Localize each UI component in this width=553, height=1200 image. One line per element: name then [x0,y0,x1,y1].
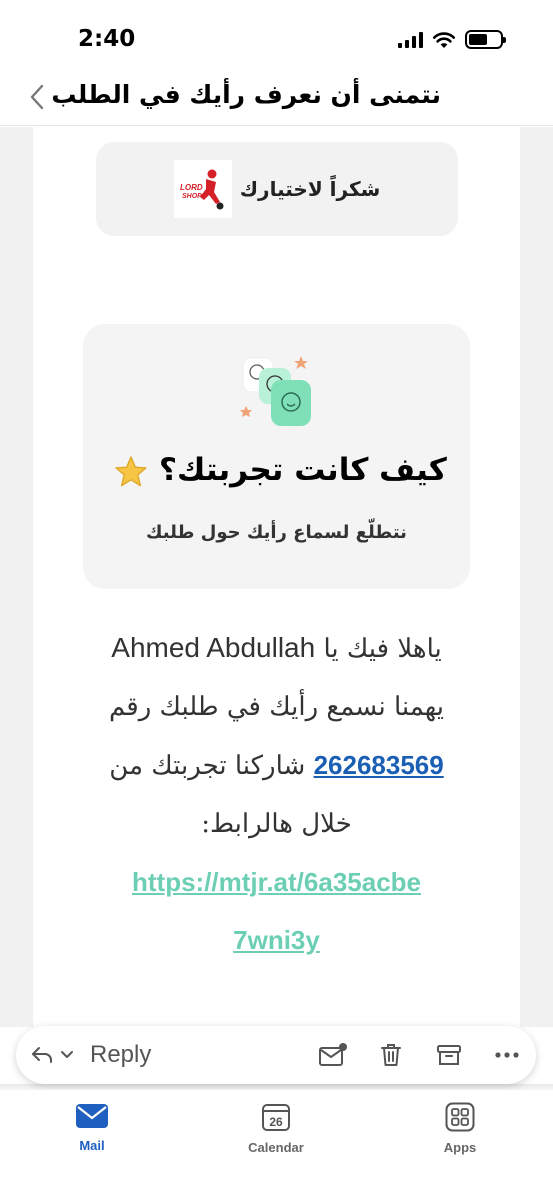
mail-icon [76,1104,108,1128]
back-button[interactable] [22,82,52,112]
email-action-bar: Reply [16,1026,536,1084]
tab-mail[interactable]: Mail [42,1102,142,1153]
email-card: LORD SHOP شكراً لاختيارك كيف كانت تجربتك… [33,127,520,1027]
tab-calendar-label: Calendar [248,1140,304,1155]
rating-faces-illustration [240,356,311,426]
envelope-unread-icon [319,1043,347,1066]
cellular-signal-icon [398,31,423,48]
tab-apps[interactable]: Apps [410,1102,510,1155]
chevron-left-icon [30,84,44,110]
action-icons [318,1040,522,1070]
apps-grid-icon [445,1102,475,1132]
reply-label: Reply [90,1041,152,1068]
lord-shop-logo-icon: LORD SHOP [180,169,224,210]
tab-mail-label: Mail [79,1138,105,1153]
email-subject-title: نتمنى أن نعرف رأيك في الطلب [51,80,441,109]
order-number-link[interactable]: 262683569 [314,750,444,780]
delete-button[interactable] [376,1040,406,1070]
feedback-url-link[interactable]: https://mtjr.at/6a35acbe7wni3y [127,853,427,969]
more-button[interactable] [492,1040,522,1070]
message-middle-text: يهمنا نسمع رأيك في طلبك رقم [108,692,445,722]
reply-arrow-icon [32,1047,52,1063]
svg-text:LORD: LORD [180,183,203,192]
archive-button[interactable] [434,1040,464,1070]
thanks-text: شكراً لاختيارك [239,177,381,201]
status-time: 2:40 [78,26,136,52]
wifi-icon [432,31,456,48]
experience-title: كيف كانت تجربتك؟ [83,452,470,489]
nav-header: نتمنى أن نعرف رأيك في الطلب [0,70,553,126]
thanks-banner: LORD SHOP شكراً لاختيارك [96,142,458,236]
chevron-down-icon[interactable] [60,1050,74,1060]
svg-text:26: 26 [269,1115,283,1129]
trash-icon [381,1044,401,1066]
tab-bar: Mail 26 Calendar Apps [0,1090,553,1200]
status-icons [398,30,506,49]
battery-icon [465,30,506,49]
calendar-icon: 26 [262,1104,290,1131]
experience-subtitle: نتطلّع لسماع رأيك حول طلبك [146,522,407,543]
tab-apps-label: Apps [443,1140,477,1155]
status-bar: 2:40 [0,0,553,70]
mark-unread-button[interactable] [318,1040,348,1070]
tab-calendar[interactable]: 26 Calendar [226,1102,326,1155]
experience-card: كيف كانت تجربتك؟ نتطلّع لسماع رأيك حول ط… [83,324,470,589]
greeting-text: ياهلا فيك يا [315,634,442,664]
lord-shop-logo: LORD SHOP [173,160,232,218]
more-dots-icon [495,1052,519,1058]
svg-text:SHOP: SHOP [182,193,202,200]
customer-name: Ahmed Abdullah [111,632,316,663]
email-body-area[interactable]: LORD SHOP شكراً لاختيارك كيف كانت تجربتك… [0,127,553,1027]
feedback-message: ياهلا فيك يا Ahmed Abdullah يهمنا نسمع ر… [33,619,520,970]
archive-icon [437,1045,461,1065]
reply-button[interactable]: Reply [30,1041,151,1069]
star-icon [115,455,147,486]
